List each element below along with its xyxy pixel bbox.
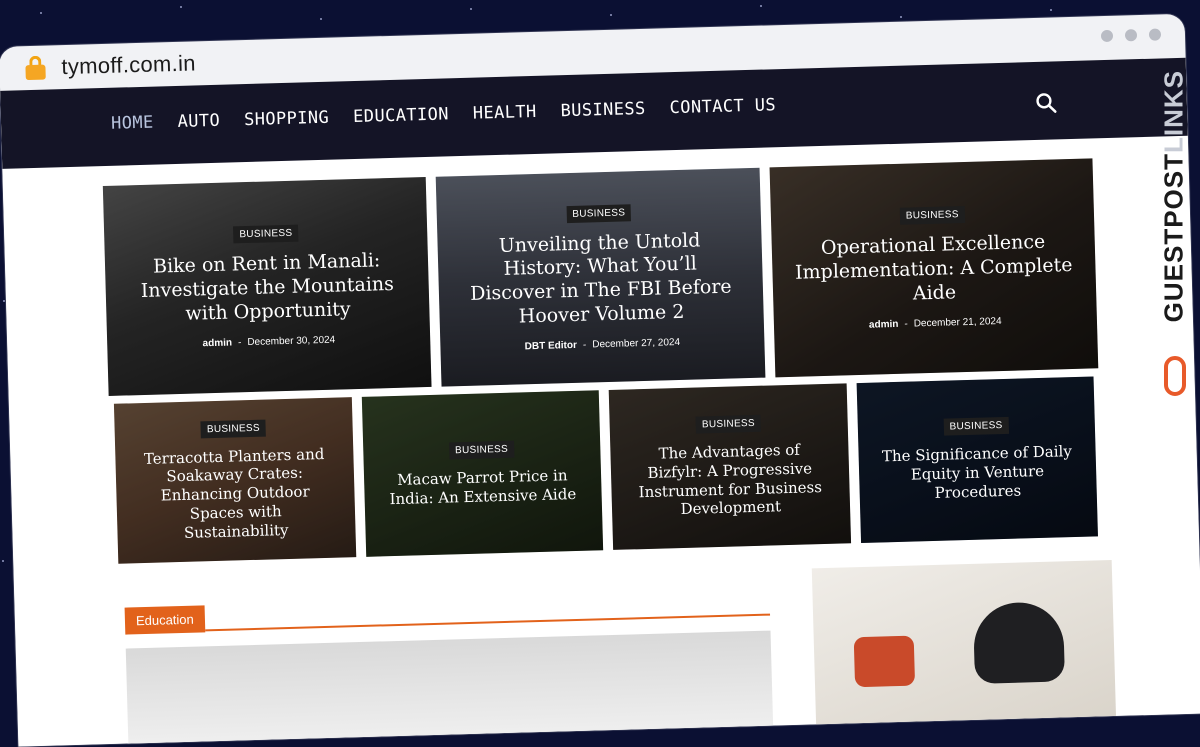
- nav-item-contact-us[interactable]: CONTACT US: [669, 95, 776, 118]
- meta-separator: -: [904, 318, 908, 330]
- nav-item-home[interactable]: HOME: [111, 113, 154, 134]
- motorbike-shape: [853, 635, 916, 688]
- education-section: Education: [124, 590, 774, 747]
- secondary-card[interactable]: BUSINESS The Advantages of Bizfylr: A Pr…: [608, 383, 851, 550]
- card-title[interactable]: The Advantages of Bizfylr: A Progressive…: [632, 440, 828, 520]
- secondary-card[interactable]: BUSINESS Macaw Parrot Price in India: An…: [361, 390, 604, 557]
- secondary-card[interactable]: BUSINESS The Significance of Daily Equit…: [856, 376, 1098, 544]
- card-author[interactable]: admin: [869, 319, 899, 331]
- web-page: HOME AUTO SHOPPING EDUCATION HEALTH BUSI…: [0, 57, 1200, 747]
- card-date: December 27, 2024: [592, 336, 681, 350]
- card-author[interactable]: DBT Editor: [525, 339, 578, 351]
- category-badge[interactable]: BUSINESS: [448, 440, 515, 460]
- window-dot-icon[interactable]: [1100, 29, 1114, 43]
- featured-card[interactable]: BUSINESS Unveiling the Untold History: W…: [436, 167, 766, 387]
- chain-link-icon: [1164, 356, 1186, 396]
- watermark-main-text: GUESTPOST: [1158, 153, 1188, 323]
- card-title[interactable]: Macaw Parrot Price in India: An Extensiv…: [385, 466, 579, 509]
- category-badge[interactable]: BUSINESS: [566, 203, 632, 223]
- sidebar-article-image[interactable]: [811, 560, 1117, 747]
- nav-item-health[interactable]: HEALTH: [473, 102, 537, 124]
- url-text[interactable]: tymoff.com.in: [61, 50, 196, 80]
- nav-item-business[interactable]: BUSINESS: [560, 99, 646, 121]
- category-badge[interactable]: BUSINESS: [899, 206, 965, 226]
- search-icon[interactable]: [1035, 91, 1058, 114]
- section-article-image[interactable]: [125, 630, 774, 747]
- meta-separator: -: [582, 339, 587, 351]
- watermark-accent-text: LINKS: [1158, 70, 1188, 153]
- category-badge[interactable]: BUSINESS: [233, 224, 299, 244]
- card-title[interactable]: Unveiling the Untold History: What You’l…: [460, 228, 742, 331]
- browser-window: tymoff.com.in HOME AUTO SHOPPING EDUCATI…: [0, 13, 1200, 747]
- featured-card[interactable]: BUSINESS Operational Excellence Implemen…: [769, 158, 1099, 378]
- window-controls: [1100, 28, 1162, 43]
- section-divider: [205, 613, 771, 632]
- nav-item-shopping[interactable]: SHOPPING: [244, 108, 330, 130]
- meta-separator: -: [237, 336, 242, 348]
- secondary-card[interactable]: BUSINESS Terracotta Planters and Soakawa…: [113, 397, 356, 564]
- nav-item-auto[interactable]: AUTO: [177, 111, 220, 132]
- card-date: December 21, 2024: [913, 315, 1002, 330]
- card-title[interactable]: Operational Excellence Implementation: A…: [793, 230, 1074, 309]
- featured-card[interactable]: BUSINESS Bike on Rent in Manali: Investi…: [102, 177, 432, 396]
- lock-icon: [25, 55, 46, 81]
- category-badge[interactable]: BUSINESS: [943, 417, 1009, 437]
- guestpostlinks-watermark: GUESTPOSTLINKS: [1154, 70, 1194, 396]
- featured-grid: BUSINESS Bike on Rent in Manali: Investi…: [102, 158, 1103, 564]
- window-dot-icon[interactable]: [1124, 29, 1138, 42]
- card-meta: admin - December 30, 2024: [202, 334, 335, 349]
- card-date: December 30, 2024: [247, 334, 336, 348]
- card-title[interactable]: Terracotta Planters and Soakaway Crates:…: [137, 444, 333, 543]
- window-dot-icon[interactable]: [1148, 28, 1162, 41]
- category-badge[interactable]: BUSINESS: [695, 414, 762, 434]
- nav-item-education[interactable]: EDUCATION: [353, 104, 449, 127]
- card-meta: DBT Editor - December 27, 2024: [525, 336, 681, 351]
- card-title[interactable]: Bike on Rent in Manali: Investigate the …: [127, 249, 408, 328]
- helmet-shape: [972, 601, 1066, 684]
- card-meta: admin - December 21, 2024: [869, 316, 1002, 331]
- category-badge[interactable]: BUSINESS: [200, 419, 267, 439]
- card-title[interactable]: The Significance of Daily Equity in Vent…: [880, 442, 1075, 504]
- card-author[interactable]: admin: [202, 337, 232, 349]
- section-label[interactable]: Education: [124, 605, 206, 635]
- watermark-text: GUESTPOSTLINKS: [1158, 70, 1189, 322]
